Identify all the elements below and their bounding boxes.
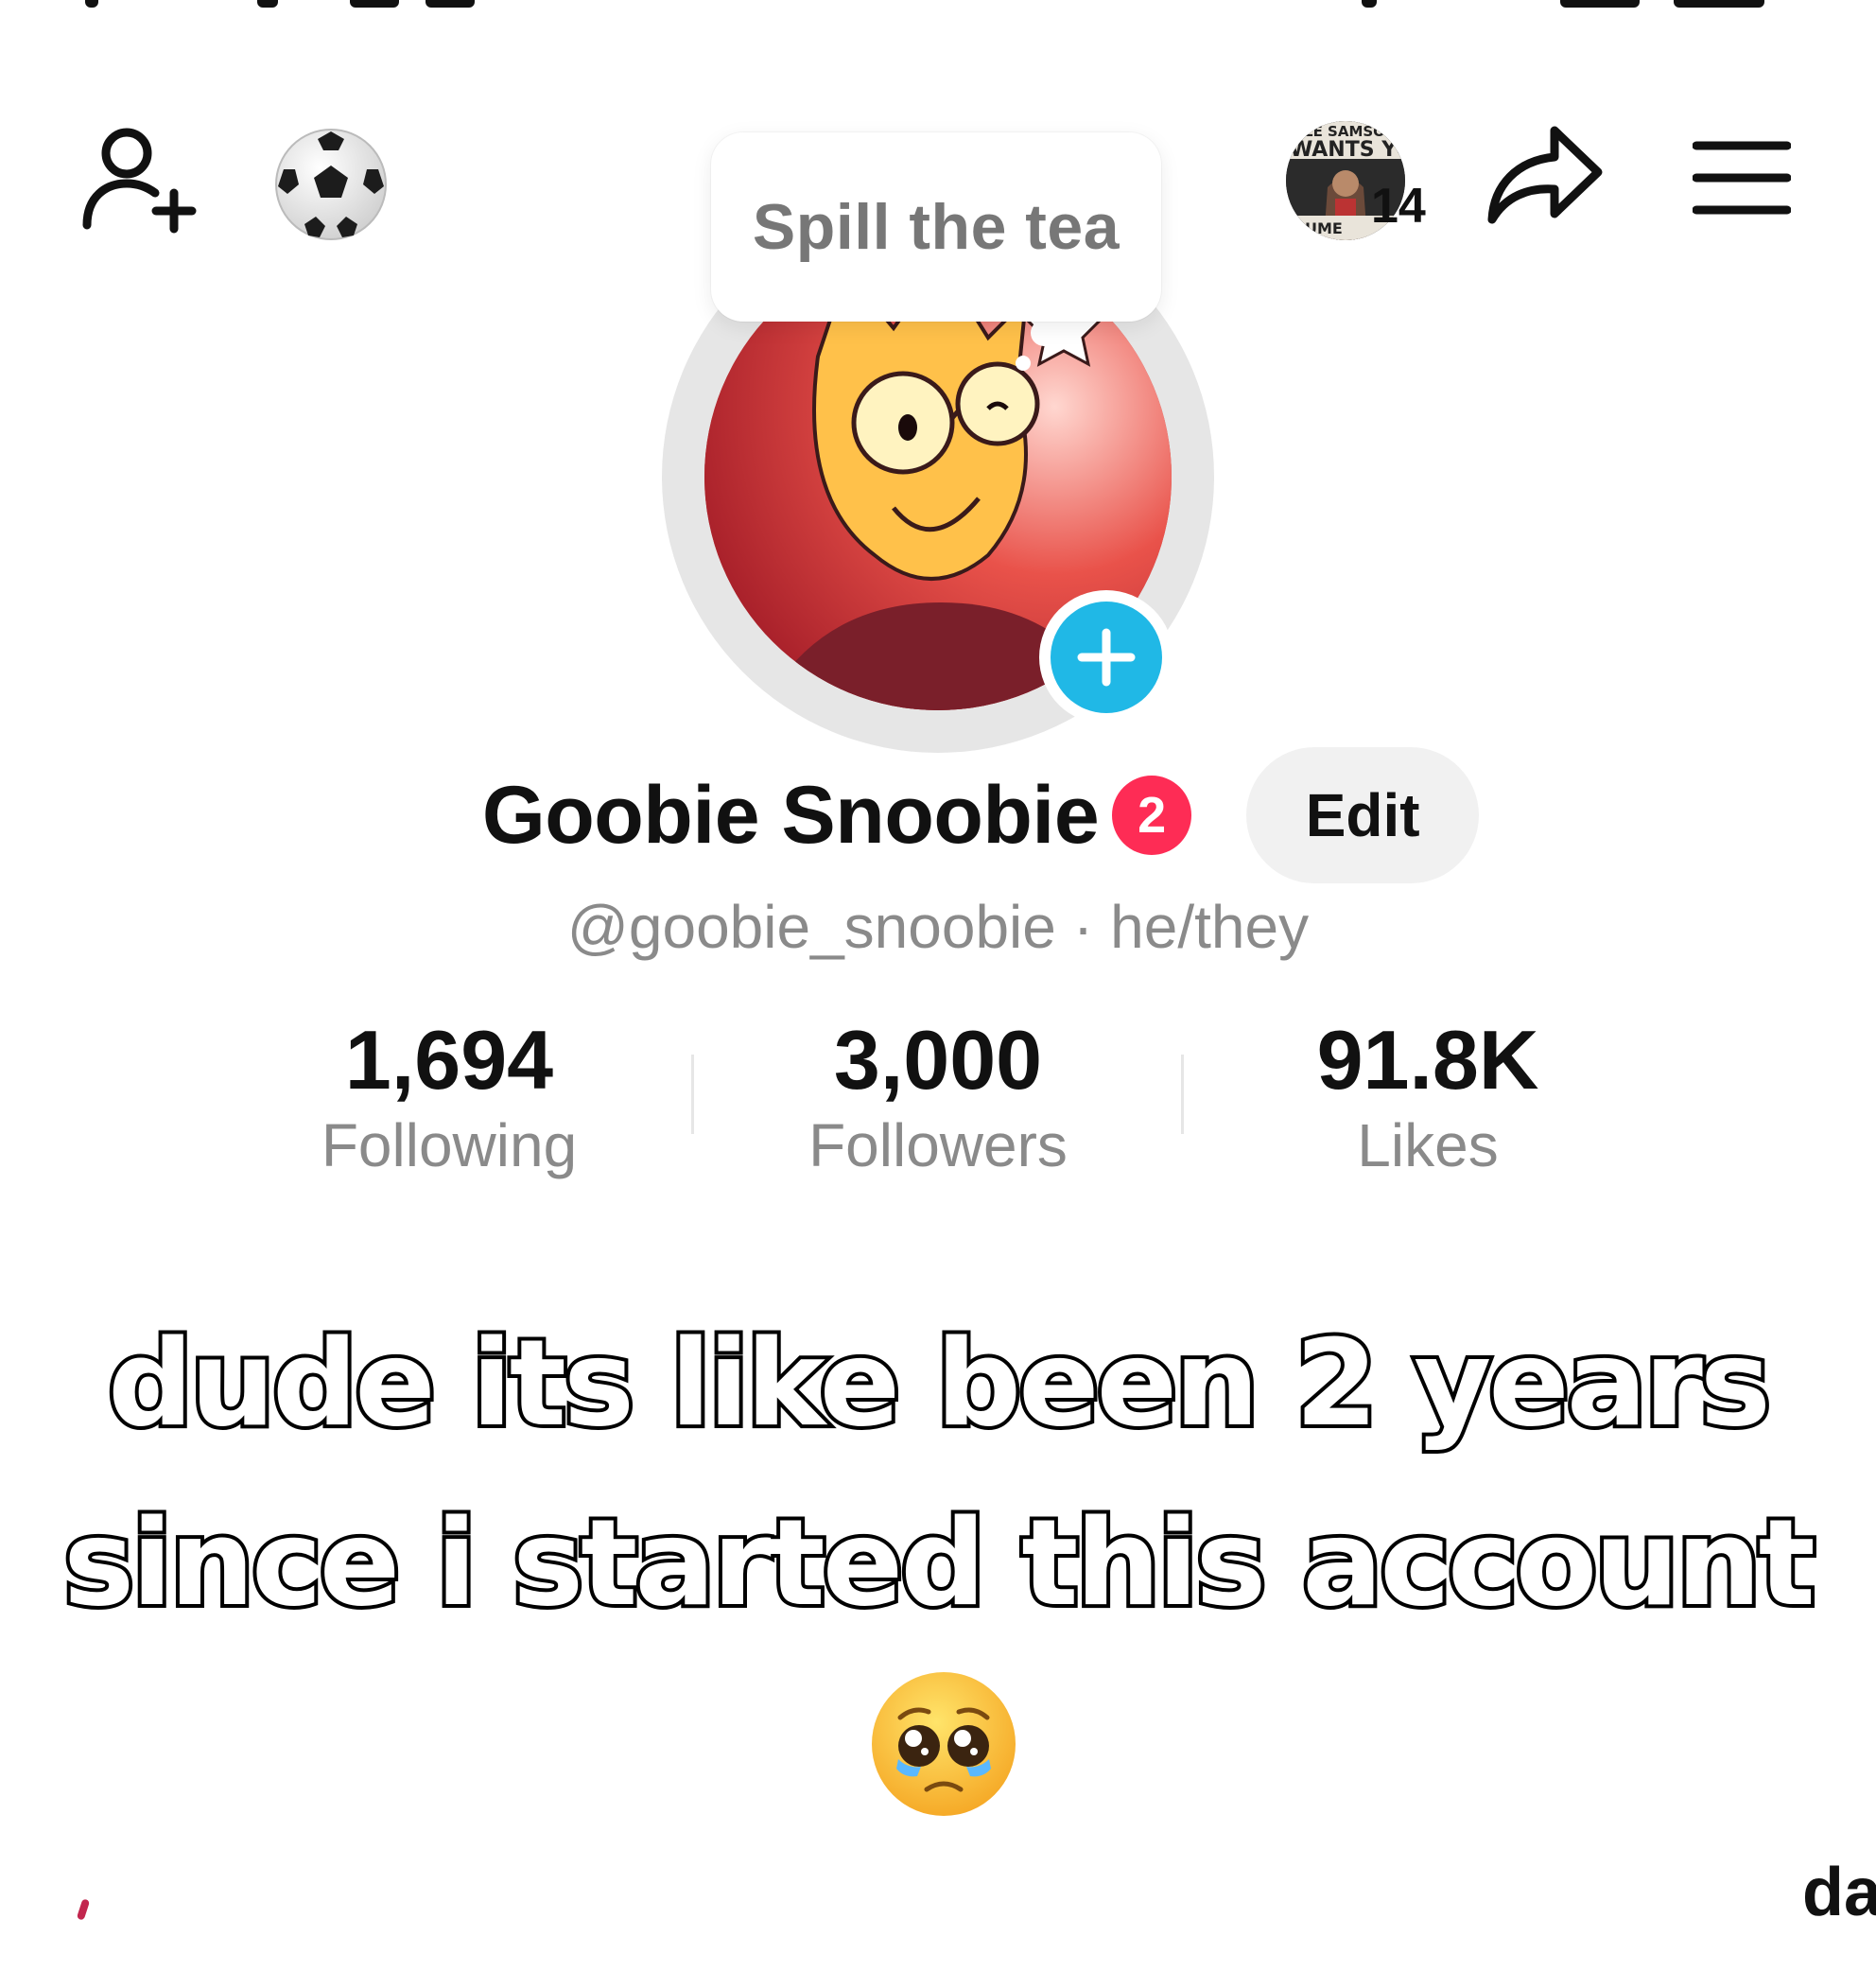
note-bubble[interactable]: Spill the tea bbox=[711, 132, 1161, 322]
handle-row: @goobie_snoobie · he/they bbox=[0, 884, 1876, 969]
status-bar bbox=[0, 0, 1876, 11]
menu-icon[interactable] bbox=[1693, 138, 1791, 218]
pronouns: he/they bbox=[1110, 893, 1310, 961]
pleading-face-with-tears-icon bbox=[868, 1668, 1019, 1820]
story-thumb-text-3: UME bbox=[1305, 219, 1343, 237]
caption-line-1: dude its like been 2 years bbox=[104, 1310, 1775, 1456]
stat-label: Followers bbox=[808, 1111, 1068, 1180]
edge-mark bbox=[76, 1898, 91, 1921]
edit-profile-button[interactable]: Edit bbox=[1246, 747, 1480, 883]
stat-divider bbox=[1181, 1055, 1184, 1134]
edge-text: da bbox=[1802, 1855, 1876, 1930]
stat-following[interactable]: 1,694 Following bbox=[241, 1012, 657, 1182]
stat-value: 3,000 bbox=[833, 1013, 1043, 1107]
plus-icon bbox=[1051, 602, 1162, 713]
stat-value: 1,694 bbox=[344, 1013, 554, 1107]
stat-value: 91.8K bbox=[1316, 1013, 1539, 1107]
stat-label: Following bbox=[321, 1111, 578, 1180]
name-badge-count[interactable]: 2 bbox=[1106, 770, 1198, 861]
share-icon[interactable] bbox=[1485, 121, 1607, 233]
caption-line-2: since i started this account bbox=[60, 1490, 1819, 1636]
add-story-button[interactable] bbox=[1039, 590, 1173, 724]
soccer-ball-icon[interactable] bbox=[272, 126, 390, 243]
display-name: Goobie Snoobie bbox=[481, 769, 1100, 861]
bubble-tail bbox=[1016, 356, 1031, 371]
username-handle: @goobie_snoobie bbox=[566, 893, 1056, 961]
handle-separator: · bbox=[1072, 893, 1094, 961]
stat-followers[interactable]: 3,000 Followers bbox=[730, 1012, 1146, 1182]
stat-likes[interactable]: 91.8K Likes bbox=[1220, 1012, 1636, 1182]
stat-divider bbox=[691, 1055, 694, 1134]
stat-label: Likes bbox=[1357, 1111, 1499, 1180]
notification-count: 14 bbox=[1371, 179, 1426, 234]
add-friend-icon[interactable] bbox=[79, 123, 202, 236]
bubble-tail bbox=[1031, 320, 1057, 346]
profile-name-row: Goobie Snoobie 2 Edit bbox=[0, 747, 1876, 883]
note-text: Spill the tea bbox=[752, 191, 1120, 263]
story-thumb-text-2: WANTS YOU bbox=[1290, 138, 1405, 162]
